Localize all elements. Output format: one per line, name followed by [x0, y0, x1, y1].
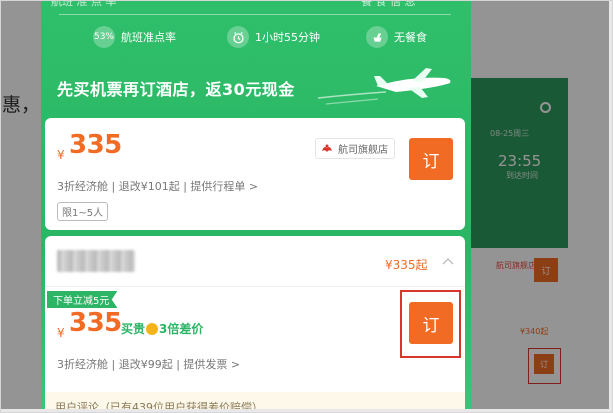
- feature-meal: 无餐食: [366, 26, 427, 48]
- price-guarantee: 买贵 3倍差价: [121, 320, 203, 337]
- feature-on-time: 53% 航班准点率: [93, 26, 176, 48]
- fare-card-flagship: ¥ 335 航司旗舰店 3折经济舱 | 退改¥101起 | 提供行程单 > 限1…: [45, 118, 465, 230]
- feature-label: 航班准点率: [121, 31, 176, 44]
- top-cut-right: 餐 食 信 息: [361, 0, 416, 8]
- price-guarantee-suffix: 3倍差价: [159, 322, 204, 336]
- fare-info[interactable]: 3折经济舱 | 退改¥101起 | 提供行程单 >: [57, 178, 258, 194]
- price-guarantee-prefix: 买贵: [121, 322, 146, 336]
- on-time-rate-icon: 53%: [93, 26, 115, 48]
- discount-tag: 下单立减5元: [47, 291, 118, 308]
- airplane-icon: [317, 68, 451, 105]
- card-divider: [45, 286, 465, 287]
- feature-duration: 1小时55分钟: [227, 26, 320, 48]
- top-divider: [59, 14, 451, 15]
- fare-price: 335: [69, 308, 122, 338]
- from-price: ¥335起: [385, 258, 428, 272]
- book-button[interactable]: 订: [409, 138, 453, 180]
- highlight-box: [400, 290, 461, 358]
- feature-label: 无餐食: [394, 31, 427, 44]
- user-review-bar[interactable]: 用户评论（已有439位用户获得差价赔偿）: [45, 392, 465, 413]
- passenger-limit-tag: 限1~5人: [57, 202, 109, 221]
- meal-icon: [366, 26, 388, 48]
- airline-badge[interactable]: 航司旗舰店: [315, 138, 395, 159]
- fare-price: 335: [69, 130, 122, 160]
- feature-label: 1小时55分钟: [255, 31, 320, 44]
- airline-badge-label: 航司旗舰店: [338, 145, 388, 156]
- chevron-up-icon[interactable]: [442, 256, 454, 268]
- top-cut-left: 航班 准 点 率: [51, 0, 117, 8]
- clock-icon: [227, 26, 249, 48]
- fare-info[interactable]: 3折经济舱 | 退改¥99起 | 提供发票 >: [57, 356, 240, 372]
- blurred-provider-name: [57, 250, 135, 272]
- currency-symbol: ¥: [57, 148, 65, 162]
- coin-icon: [146, 322, 159, 335]
- user-review-text: 用户评论（已有439位用户获得差价赔偿）: [55, 401, 263, 413]
- promo-title: 先买机票再订酒店，返30元现金: [57, 80, 295, 99]
- currency-symbol: ¥: [57, 326, 65, 340]
- airline-logo-icon: [322, 144, 332, 152]
